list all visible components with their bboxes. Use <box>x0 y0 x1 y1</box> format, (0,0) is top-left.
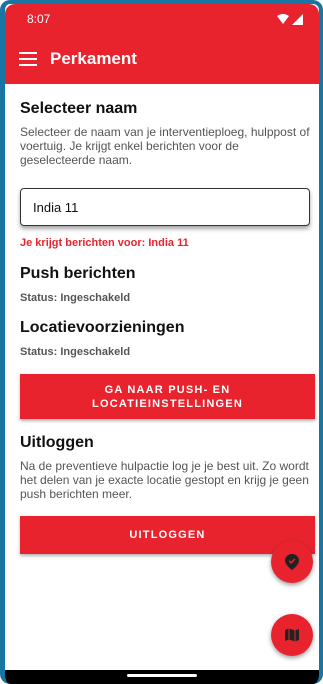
push-heading: Push berichten <box>20 265 136 282</box>
select-name-heading: Selecteer naam <box>20 100 138 117</box>
name-select-value: India 11 <box>33 199 79 215</box>
status-time: 8:07 <box>27 12 51 26</box>
logout-description: Na de preventieve hulpactie log je je be… <box>20 459 309 501</box>
map-fab[interactable] <box>271 614 313 656</box>
app-bar: Perkament <box>5 34 319 84</box>
subscription-notice: Je krijgt berichten voor: India 11 <box>20 237 189 249</box>
map-icon <box>285 628 299 642</box>
push-status: Status: Ingeschakeld <box>20 292 131 304</box>
push-location-settings-button[interactable]: GA NAAR PUSH- EN LOCATIEINSTELLINGEN <box>20 374 315 419</box>
status-bar: 8:07 <box>5 4 319 34</box>
home-indicator[interactable] <box>127 674 197 677</box>
app-title: Perkament <box>50 49 137 68</box>
signal-icon <box>292 13 303 25</box>
location-status: Status: Ingeschakeld <box>20 346 131 358</box>
location-pin-icon <box>285 554 299 570</box>
logout-button[interactable]: UITLOGGEN <box>20 516 315 554</box>
menu-icon[interactable] <box>19 52 37 66</box>
wifi-icon <box>277 14 289 24</box>
navigation-bar <box>5 670 319 684</box>
select-name-description: Selecteer de naam van je interventieploe… <box>20 125 310 167</box>
logout-heading: Uitloggen <box>20 434 94 451</box>
location-fab[interactable] <box>271 541 313 583</box>
location-heading: Locatievoorzieningen <box>20 319 185 336</box>
status-icons <box>277 13 303 25</box>
name-select[interactable]: India 11 <box>20 188 310 226</box>
